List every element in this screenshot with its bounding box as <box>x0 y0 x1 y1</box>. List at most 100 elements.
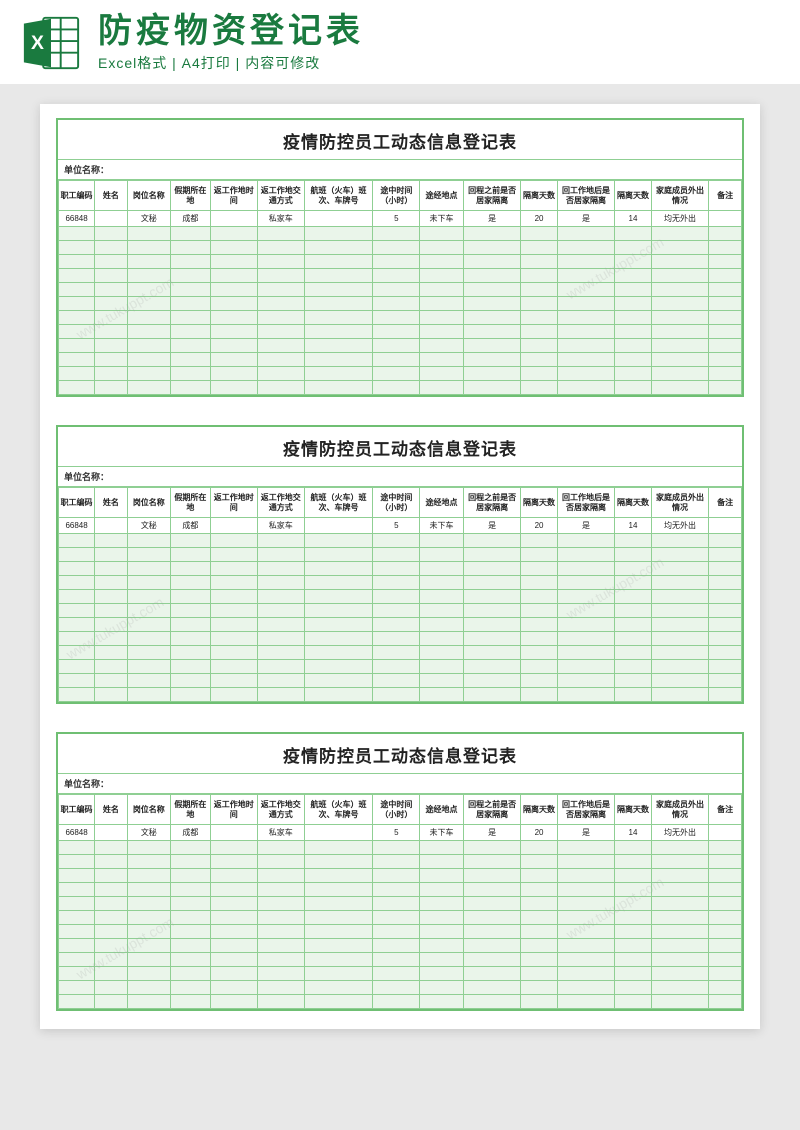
table-cell <box>304 883 373 897</box>
table-cell <box>557 562 615 576</box>
table-cell <box>463 967 521 981</box>
table-cell <box>709 562 742 576</box>
table-cell <box>95 939 128 953</box>
table-cell <box>521 562 557 576</box>
table-cell <box>95 518 128 534</box>
table-cell <box>557 660 615 674</box>
table-cell <box>651 660 709 674</box>
table-cell <box>651 883 709 897</box>
table-cell <box>59 381 95 395</box>
table-cell <box>420 590 463 604</box>
table-cell <box>95 576 128 590</box>
table-cell <box>463 590 521 604</box>
table-cell <box>257 841 304 855</box>
table-cell <box>557 967 615 981</box>
table-row <box>59 297 742 311</box>
table-cell <box>709 339 742 353</box>
table-cell <box>651 911 709 925</box>
unit-label: 单位名称： <box>58 160 742 180</box>
table-cell <box>127 688 170 702</box>
table-cell <box>257 534 304 548</box>
table-cell <box>557 339 615 353</box>
table-cell <box>373 604 420 618</box>
table-cell <box>304 562 373 576</box>
table-cell <box>709 518 742 534</box>
table-cell: 未下车 <box>420 825 463 841</box>
table-cell: 文秘 <box>127 825 170 841</box>
table-cell <box>210 325 257 339</box>
column-header: 职工编码 <box>59 181 95 211</box>
table-row <box>59 562 742 576</box>
column-header: 返工作地时间 <box>210 795 257 825</box>
table-cell <box>59 883 95 897</box>
table-cell <box>557 325 615 339</box>
table-cell <box>210 576 257 590</box>
table-cell <box>521 297 557 311</box>
table-cell <box>557 590 615 604</box>
table-row <box>59 255 742 269</box>
table-cell: 20 <box>521 518 557 534</box>
table-cell: 是 <box>463 825 521 841</box>
table-cell <box>420 953 463 967</box>
table-cell <box>210 825 257 841</box>
table-cell <box>651 604 709 618</box>
table-cell <box>257 660 304 674</box>
table-cell <box>127 269 170 283</box>
table-cell <box>257 325 304 339</box>
table-cell <box>615 688 651 702</box>
column-header: 回工作地后是否居家隔离 <box>557 795 615 825</box>
table-cell <box>373 883 420 897</box>
table-cell <box>615 227 651 241</box>
table-cell <box>709 925 742 939</box>
table-cell <box>127 897 170 911</box>
table-cell <box>463 925 521 939</box>
table-cell <box>615 381 651 395</box>
table-cell <box>463 297 521 311</box>
table-cell <box>127 939 170 953</box>
table-cell <box>373 841 420 855</box>
table-cell <box>615 897 651 911</box>
table-cell <box>463 283 521 297</box>
registration-sheet: 疫情防控员工动态信息登记表单位名称：职工编码姓名岗位名称假期所在地返工作地时间返… <box>56 118 744 397</box>
table-cell <box>709 841 742 855</box>
table-cell <box>127 925 170 939</box>
table-cell <box>171 660 211 674</box>
table-cell <box>304 688 373 702</box>
table-cell <box>557 576 615 590</box>
column-header: 备注 <box>709 181 742 211</box>
table-cell <box>171 674 211 688</box>
table-cell <box>709 953 742 967</box>
table-cell <box>373 632 420 646</box>
table-cell <box>59 367 95 381</box>
table-cell <box>651 325 709 339</box>
table-row <box>59 674 742 688</box>
table-cell <box>373 548 420 562</box>
table-cell <box>651 283 709 297</box>
table-cell <box>210 367 257 381</box>
table-cell <box>127 883 170 897</box>
table-cell <box>615 297 651 311</box>
table-cell <box>171 269 211 283</box>
column-header: 家庭成员外出情况 <box>651 181 709 211</box>
table-cell <box>59 325 95 339</box>
table-cell <box>463 618 521 632</box>
table-cell <box>59 269 95 283</box>
table-cell <box>171 283 211 297</box>
table-cell <box>127 618 170 632</box>
table-cell <box>257 381 304 395</box>
table-cell <box>420 297 463 311</box>
table-cell <box>615 269 651 283</box>
table-cell <box>709 688 742 702</box>
table-cell <box>463 855 521 869</box>
table-cell <box>420 353 463 367</box>
table-cell <box>420 618 463 632</box>
table-cell: 私家车 <box>257 211 304 227</box>
table-cell <box>304 590 373 604</box>
table-cell <box>95 632 128 646</box>
table-cell <box>171 841 211 855</box>
table-cell <box>709 646 742 660</box>
table-cell <box>127 660 170 674</box>
table-cell <box>709 227 742 241</box>
table-row <box>59 995 742 1009</box>
table-cell <box>210 283 257 297</box>
